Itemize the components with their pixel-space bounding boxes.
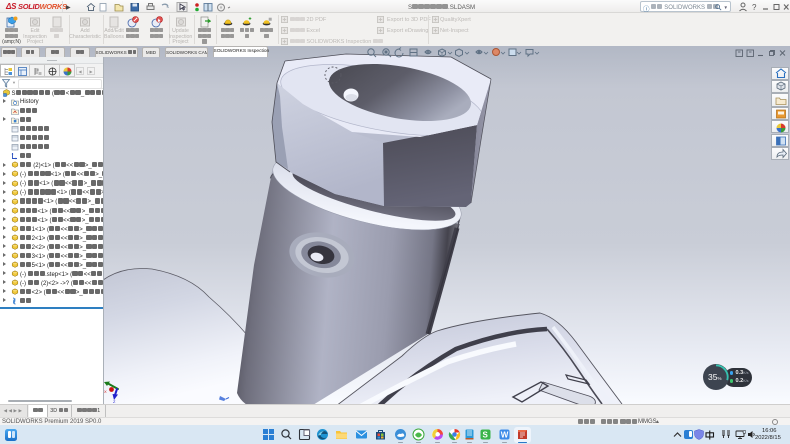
svg-text:?: ? bbox=[752, 3, 757, 12]
svg-text:W: W bbox=[500, 431, 508, 440]
svg-text:S: S bbox=[482, 431, 488, 440]
svg-text:X: X bbox=[104, 389, 107, 394]
